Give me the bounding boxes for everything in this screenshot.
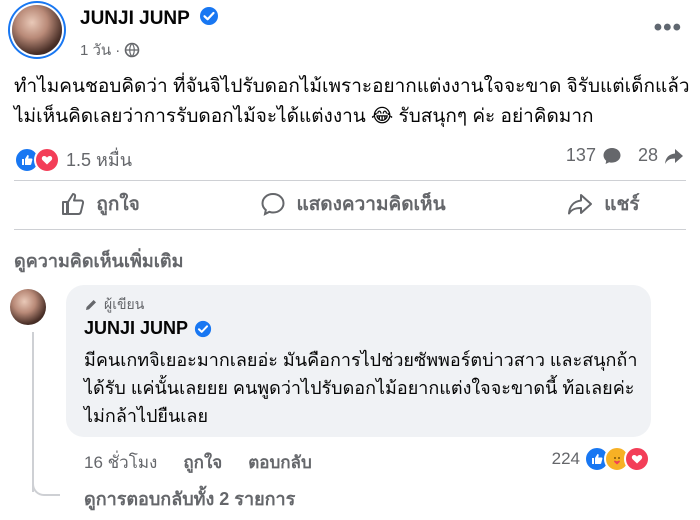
pencil-icon — [86, 300, 96, 310]
like-button[interactable]: ถูกใจ — [60, 189, 140, 219]
comment-label: แสดงความคิดเห็น — [296, 194, 446, 215]
share-count-icon — [665, 148, 683, 164]
comment-icon — [261, 192, 285, 216]
post-author[interactable]: JUNJI JUNP — [80, 6, 219, 30]
divider-top — [14, 180, 686, 181]
share-label: แชร์ — [604, 194, 640, 215]
verified-badge-icon — [194, 320, 212, 337]
meta-separator: · — [115, 41, 121, 59]
thread-curve — [32, 474, 60, 496]
more-options-icon[interactable]: ••• — [654, 14, 682, 42]
comment-time[interactable]: 16 ชั่วโมง — [84, 449, 157, 476]
divider-bottom — [14, 229, 686, 230]
author-name[interactable]: JUNJI JUNP — [80, 8, 189, 29]
comment-actions: 16 ชั่วโมง ถูกใจ ตอบกลับ — [84, 449, 312, 476]
like-icon — [62, 193, 85, 215]
like-label: ถูกใจ — [96, 194, 140, 215]
post-actions: ถูกใจ แสดงความคิดเห็น แชร์ — [0, 184, 700, 224]
globe-icon — [124, 42, 140, 58]
reaction-summary[interactable]: 1.5 หมื่น — [14, 145, 132, 174]
comment-author-name[interactable]: JUNJI JUNP — [84, 318, 188, 339]
share-button[interactable]: แชร์ — [566, 189, 640, 219]
engagement-counts: 137 28 — [566, 145, 684, 166]
comment-reaction-summary[interactable]: 224 — [552, 446, 650, 472]
love-reaction-icon — [624, 446, 650, 472]
author-badge: ผู้เขียน — [84, 294, 144, 316]
love-reaction-icon — [34, 146, 60, 173]
comment-author-avatar[interactable] — [10, 289, 46, 325]
comment-author[interactable]: JUNJI JUNP — [84, 318, 212, 339]
author-badge-label: ผู้เขียน — [104, 296, 145, 312]
view-replies-link[interactable]: ดูการตอบกลับทั้ง 2 รายการ — [84, 484, 295, 513]
author-avatar[interactable] — [12, 5, 62, 55]
comment-count[interactable]: 137 — [566, 145, 596, 166]
comment-reply-button[interactable]: ตอบกลับ — [248, 449, 312, 476]
post-meta: 1 วัน · — [80, 38, 140, 62]
post-time[interactable]: 1 วัน — [80, 38, 111, 62]
comment-like-button[interactable]: ถูกใจ — [183, 449, 222, 476]
comment-reaction-count: 224 — [551, 449, 580, 468]
reaction-count[interactable]: 1.5 หมื่น — [66, 145, 132, 174]
comment-count-icon — [603, 147, 621, 164]
view-more-comments-link[interactable]: ดูความคิดเห็นเพิ่มเติม — [14, 246, 183, 275]
share-count[interactable]: 28 — [638, 145, 658, 166]
share-icon — [568, 194, 593, 215]
post-text: ทำไมคนชอบคิดว่า ที่จันจิไปรับดอกไม้เพราะ… — [14, 76, 690, 127]
comment-text: มีคนเกทจิเยอะมากเลยอ่ะ มันคือการไปช่วยซั… — [84, 350, 638, 426]
thread-line — [32, 332, 34, 492]
comment-button[interactable]: แสดงความคิดเห็น — [260, 189, 446, 219]
verified-badge-icon — [199, 7, 218, 25]
